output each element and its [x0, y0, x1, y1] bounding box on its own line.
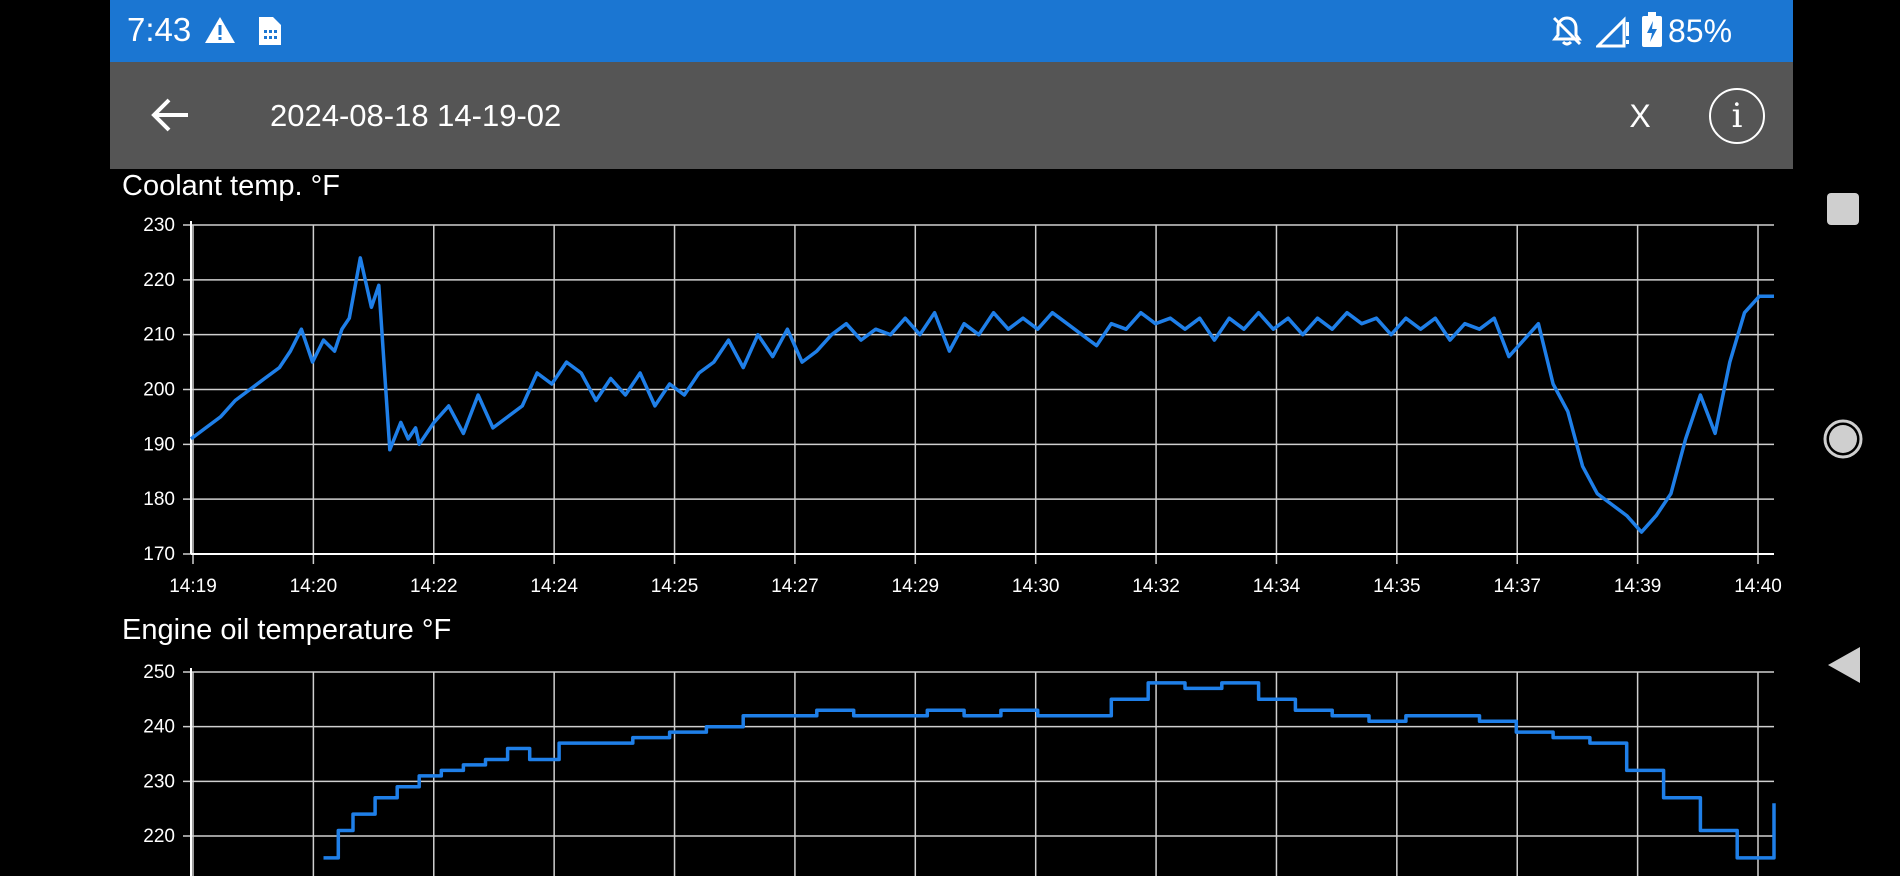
- battery-charging-icon: [1642, 12, 1662, 47]
- app-window: 230 220 210 200 190 180 170 14:19 14:20 14:22 14:…: [110, 0, 1793, 876]
- chart-grid: [183, 671, 1774, 876]
- y-tick-label: 240: [143, 717, 175, 738]
- navigation-bar: [1793, 0, 1900, 876]
- battery-percentage: 85%: [1668, 13, 1733, 49]
- y-tick-label: 250: [143, 662, 175, 683]
- status-time: 7:43: [127, 11, 192, 48]
- y-tick-label: 230: [143, 771, 175, 792]
- recents-square-icon[interactable]: [1827, 193, 1859, 225]
- recording-title: 2024-08-18 14-19-02: [270, 98, 562, 133]
- home-circle-icon[interactable]: [1823, 419, 1863, 459]
- toolbar: 2024-08-18 14-19-02 X i: [110, 62, 1793, 169]
- info-icon[interactable]: i: [1709, 88, 1765, 144]
- y-tick-labels: 250 240 230 220: [143, 662, 175, 847]
- back-triangle-icon[interactable]: [1827, 646, 1861, 684]
- back-arrow-icon[interactable]: [148, 92, 194, 138]
- engine-oil-temp-line: [323, 681, 1776, 860]
- chart-title-engine-oil: Engine oil temperature °F: [122, 614, 452, 646]
- status-bar: 7:43 85%: [110, 0, 1793, 62]
- warning-icon: [205, 17, 235, 43]
- close-button[interactable]: X: [1620, 95, 1660, 137]
- series-line-group: [323, 681, 1776, 860]
- signal-no-data-icon: [1596, 16, 1629, 48]
- notifications-off-icon: [1552, 16, 1582, 46]
- y-tick-label: 220: [143, 826, 175, 847]
- sim-card-icon: [259, 17, 281, 45]
